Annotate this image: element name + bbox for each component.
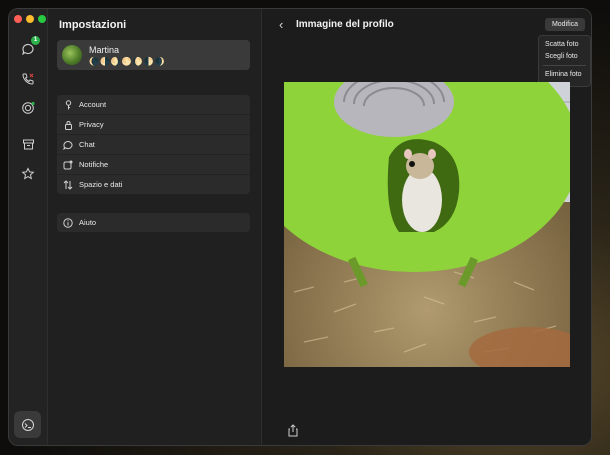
archive-icon[interactable] (18, 134, 38, 154)
notification-icon (57, 160, 79, 170)
starred-icon[interactable] (18, 164, 38, 184)
close-window-button[interactable] (14, 15, 22, 23)
take-photo-option[interactable]: Scatta foto (545, 41, 578, 48)
status-icon[interactable] (18, 98, 38, 118)
dropdown-divider (543, 65, 586, 66)
profile-photo-panel: ‹ Immagine del profilo Modifica Scatta f… (262, 9, 591, 445)
settings-panel: Impostazioni Martina 🌘🌗🌖🌕🌔🌓🌒 Account Pri… (48, 9, 262, 445)
app-window: 1 Impostazioni Martina 🌘🌗🌖🌕🌔🌓🌒 Account P… (8, 8, 592, 446)
settings-menu: Account Privacy Chat Notifiche Spazio e … (57, 95, 250, 194)
menu-item-label: Spazio e dati (79, 180, 123, 189)
window-controls (14, 15, 46, 23)
menu-item-help[interactable]: Aiuto (57, 213, 250, 232)
calls-icon[interactable] (18, 69, 38, 89)
profile-name: Martina (89, 45, 120, 55)
menu-item-notifications[interactable]: Notifiche (57, 155, 250, 175)
profile-photo (284, 82, 570, 367)
settings-title: Impostazioni (59, 19, 127, 31)
chats-icon[interactable]: 1 (18, 36, 40, 59)
menu-item-storage[interactable]: Spazio e dati (57, 175, 250, 194)
settings-avatar-icon[interactable] (14, 411, 41, 438)
profile-card[interactable]: Martina 🌘🌗🌖🌕🌔🌓🌒 (57, 40, 250, 70)
chat-bubble-icon (57, 140, 79, 150)
profile-status: 🌘🌗🌖🌕🌔🌓🌒 (89, 57, 166, 66)
menu-item-label: Notifiche (79, 160, 109, 169)
menu-item-label: Privacy (79, 120, 104, 129)
menu-item-label: Aiuto (79, 218, 97, 227)
menu-item-label: Chat (79, 140, 95, 149)
help-menu: Aiuto (57, 213, 250, 232)
menu-item-account[interactable]: Account (57, 95, 250, 115)
choose-photo-option[interactable]: Scegli foto (545, 53, 578, 60)
menu-item-privacy[interactable]: Privacy (57, 115, 250, 135)
info-icon (57, 217, 79, 228)
nav-rail: 1 (9, 9, 48, 445)
lock-icon (57, 120, 79, 130)
profile-avatar (62, 45, 82, 65)
back-chevron-icon[interactable]: ‹ (279, 17, 283, 32)
delete-photo-option[interactable]: Elimina foto (545, 71, 582, 78)
edit-dropdown-menu: Scatta foto Scegli foto Elimina foto (538, 35, 591, 87)
menu-item-chat[interactable]: Chat (57, 135, 250, 155)
share-icon[interactable] (285, 422, 301, 438)
data-transfer-icon (57, 179, 79, 190)
menu-item-label: Account (79, 100, 107, 109)
unread-badge: 1 (31, 36, 40, 45)
page-title: Immagine del profilo (296, 19, 394, 30)
edit-button[interactable]: Modifica (545, 18, 585, 31)
key-icon (57, 99, 79, 110)
minimize-window-button[interactable] (26, 15, 34, 23)
maximize-window-button[interactable] (38, 15, 46, 23)
